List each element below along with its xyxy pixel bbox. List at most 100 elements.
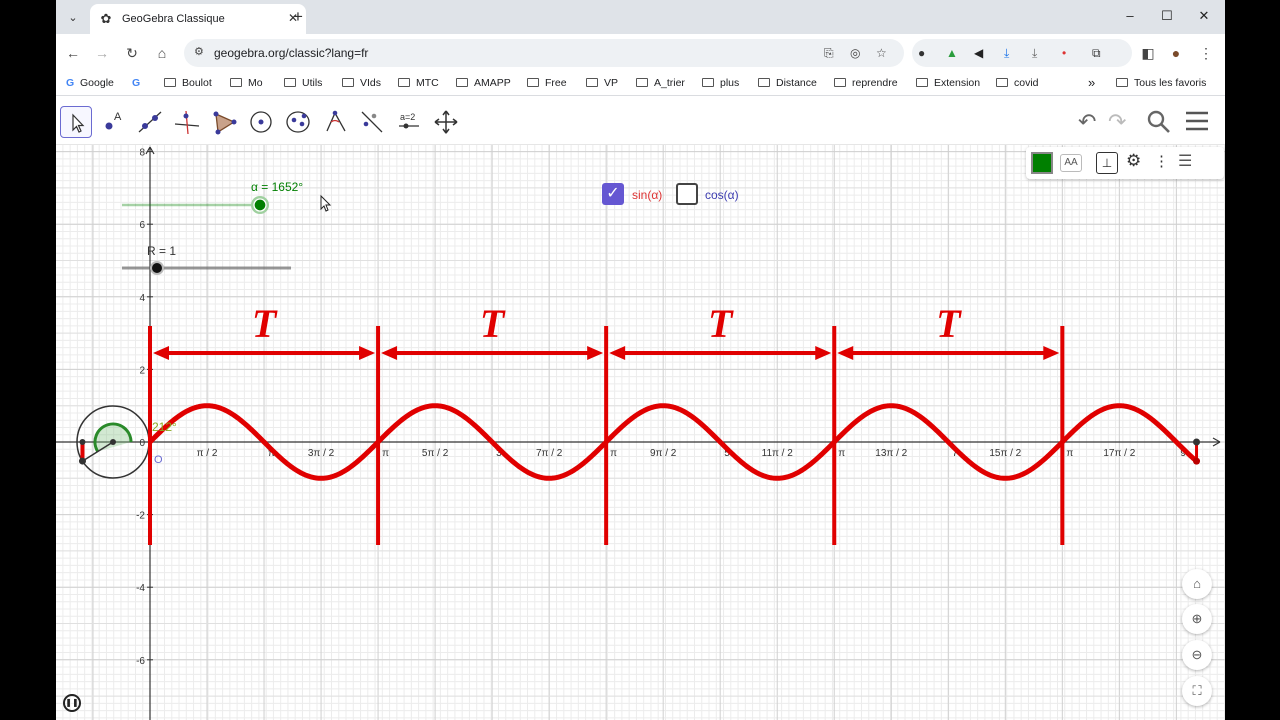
line-tool-icon[interactable]: [134, 106, 166, 138]
checkbox-sin-label: sin(α): [632, 188, 663, 202]
bookmark-amapp[interactable]: AMAPP: [456, 77, 511, 89]
navigation-bar: ← → ↻ ⌂ ⚙ geogebra.org/classic?lang=fr ⎘…: [56, 34, 1225, 72]
move-tool-icon[interactable]: [60, 106, 92, 138]
perpendicular-tool-icon[interactable]: [171, 106, 203, 138]
polygon-tool-icon[interactable]: [208, 106, 240, 138]
y-tick-label: -6: [136, 656, 145, 667]
browser-tab[interactable]: ✿ GeoGebra Classique ✕: [90, 4, 306, 34]
graphics-view[interactable]: 8 6 4 2 0 -2 -4 -6 π / 2 3π / 2 5π / 2 7π / 2 9π / …: [56, 145, 1225, 720]
pause-animation-icon[interactable]: ❚❚: [63, 694, 81, 712]
reload-icon[interactable]: ↻: [122, 43, 142, 63]
profile-avatar[interactable]: ●: [1166, 43, 1186, 63]
slider-alpha-handle[interactable]: [253, 198, 267, 212]
address-bar[interactable]: ⚙ geogebra.org/classic?lang=fr ⎘ ◎ ☆: [184, 39, 904, 67]
hamburger-menu-icon[interactable]: [1184, 109, 1210, 139]
curve-end-point[interactable]: [1193, 457, 1201, 465]
home-view-icon[interactable]: ⌂: [1182, 569, 1212, 599]
install-icon[interactable]: ⎘: [824, 46, 834, 61]
fullscreen-icon[interactable]: ⛶: [1182, 676, 1212, 706]
bookmark-plus[interactable]: plus: [702, 77, 739, 89]
tab-search-icon[interactable]: ⌄: [62, 6, 84, 28]
bookmark-utils[interactable]: Utils: [284, 77, 322, 89]
zoom-out-icon[interactable]: ⊖: [1182, 640, 1212, 670]
bookmark-a-trier[interactable]: A_trier: [636, 77, 685, 89]
star-icon[interactable]: ☆: [876, 46, 887, 60]
slider-tool-icon[interactable]: a=2: [393, 106, 425, 138]
curve-end-axis-point[interactable]: [1193, 438, 1201, 446]
home-icon[interactable]: ⌂: [152, 43, 172, 63]
undo-icon[interactable]: ↶: [1078, 109, 1096, 135]
y-tick-label: 0: [139, 438, 145, 449]
slider-alpha[interactable]: α = 1652°: [122, 180, 303, 214]
circle-tool-icon[interactable]: [245, 106, 277, 138]
circle-center-point[interactable]: [110, 439, 116, 445]
bookmarks-overflow-icon[interactable]: »: [1088, 75, 1095, 90]
x-tick-label-partial: π: [838, 448, 845, 459]
url-text[interactable]: geogebra.org/classic?lang=fr: [214, 46, 368, 60]
grid: [56, 145, 1225, 720]
extension-icon[interactable]: ●: [918, 46, 925, 60]
sidepanel-icon[interactable]: ◧: [1138, 43, 1158, 63]
download-alt-icon[interactable]: ⤓: [1032, 46, 1037, 61]
y-tick-label: 8: [139, 148, 145, 159]
checkbox-sin[interactable]: ✓: [602, 183, 624, 205]
settings-gear-icon[interactable]: ⚙: [1126, 151, 1141, 171]
bookmarks-bar: G Google G Boulot Mo Utils VIds MTC AMAP…: [56, 72, 1225, 96]
slider-r-label: R = 1: [147, 244, 176, 258]
search-icon[interactable]: [1146, 109, 1172, 141]
bookmark-vids[interactable]: VIds: [342, 77, 381, 89]
puzzle-icon[interactable]: ⧉: [1092, 46, 1101, 61]
slider-r-handle[interactable]: [152, 263, 162, 273]
x-tick-label: 17π / 2: [1103, 448, 1135, 459]
bookmark-reprendre[interactable]: reprendre: [834, 77, 898, 89]
maximize-icon[interactable]: ☐: [1157, 8, 1177, 24]
slider-r[interactable]: R = 1: [122, 244, 291, 275]
angle-arc: [93, 422, 133, 453]
bookmark-boulot[interactable]: Boulot: [164, 77, 212, 89]
bookmark-distance[interactable]: Distance: [758, 77, 817, 89]
forward-icon[interactable]: →: [92, 43, 112, 63]
new-tab-icon[interactable]: +: [288, 7, 308, 27]
site-settings-icon[interactable]: ⚙: [194, 45, 204, 58]
style-bar: AA ⊥ ⚙ ⋮ ☰: [1026, 147, 1224, 179]
speaker-icon[interactable]: ◀: [974, 46, 983, 60]
record-icon[interactable]: •: [1062, 46, 1066, 60]
bookmark-covid[interactable]: covid: [996, 77, 1039, 89]
move-view-tool-icon[interactable]: [430, 106, 462, 138]
drive-icon[interactable]: ▲: [946, 46, 958, 60]
reflect-tool-icon[interactable]: [356, 106, 388, 138]
all-bookmarks[interactable]: Tous les favoris: [1116, 77, 1206, 89]
bookmark-vp[interactable]: VP: [586, 77, 618, 89]
bookmark-google[interactable]: G Google: [66, 77, 114, 89]
x-tick-label: 13π / 2: [875, 448, 907, 459]
checkbox-cos[interactable]: [676, 183, 698, 205]
style-bar-toggle-icon[interactable]: ☰: [1178, 151, 1192, 171]
eye-off-icon[interactable]: ◎: [850, 46, 860, 60]
graph-canvas[interactable]: 8 6 4 2 0 -2 -4 -6 π / 2 3π / 2 5π / 2 7π / 2 9π / …: [56, 145, 1225, 720]
minimize-icon[interactable]: –: [1120, 8, 1140, 23]
color-picker-button[interactable]: [1031, 152, 1053, 174]
close-window-icon[interactable]: ✕: [1194, 8, 1214, 24]
more-options-icon[interactable]: ⋮: [1154, 152, 1169, 170]
bookmark-mo[interactable]: Mo: [230, 77, 263, 89]
back-icon[interactable]: ←: [63, 43, 83, 63]
circle-point[interactable]: [78, 457, 86, 465]
text-style-button[interactable]: AA: [1060, 154, 1082, 172]
projection-point[interactable]: [79, 439, 86, 445]
zoom-in-icon[interactable]: ⊕: [1182, 604, 1212, 634]
ellipse-tool-icon[interactable]: [282, 106, 314, 138]
bookmark-g-icon[interactable]: G: [132, 77, 140, 89]
bookmark-mtc[interactable]: MTC: [398, 77, 439, 89]
period-label: T: [708, 301, 734, 346]
x-tick-label-partial: π: [382, 448, 389, 459]
bookmark-extension[interactable]: Extension: [916, 77, 980, 89]
angle-tool-icon[interactable]: [319, 106, 351, 138]
y-tick-label: 6: [139, 220, 145, 231]
pin-icon[interactable]: ⊥: [1096, 152, 1118, 174]
point-tool-icon[interactable]: A: [97, 106, 129, 138]
bookmark-free[interactable]: Free: [527, 77, 567, 89]
redo-icon[interactable]: ↷: [1108, 109, 1126, 135]
menu-dots-icon[interactable]: ⋮: [1196, 43, 1216, 63]
download-icon[interactable]: ⤓: [1004, 46, 1009, 61]
x-tick-label: 7π / 2: [536, 448, 563, 459]
